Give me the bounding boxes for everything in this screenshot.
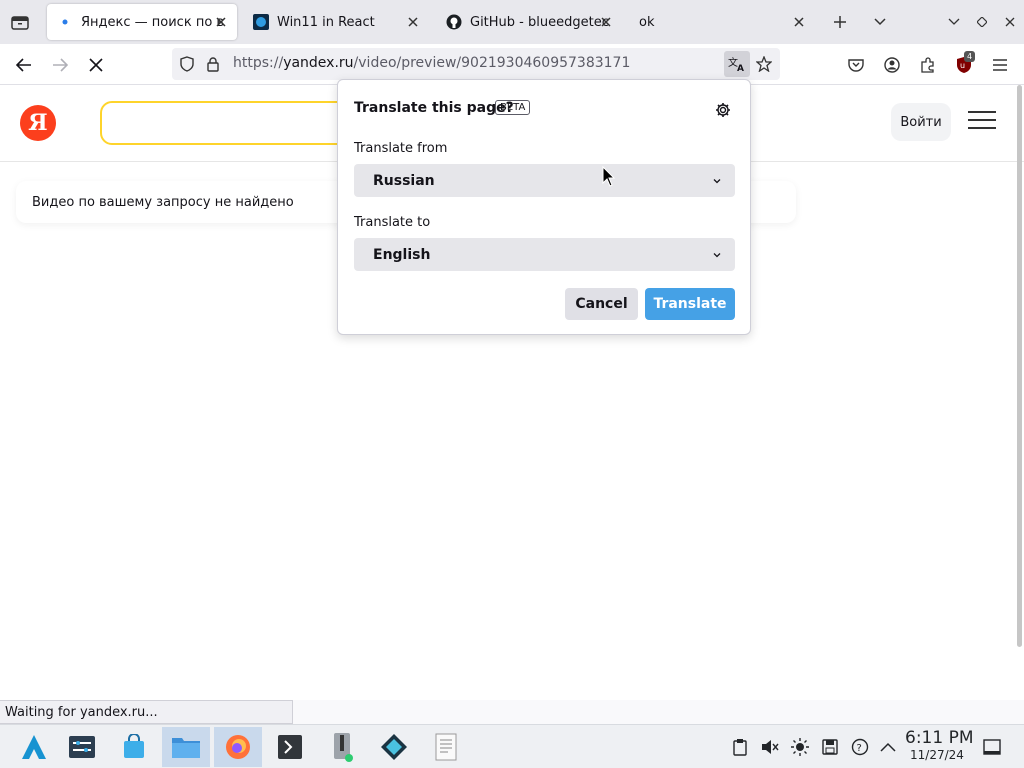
win11-icon (253, 14, 269, 30)
save-disk-icon[interactable] (820, 737, 840, 757)
url-path: /video/preview/9021930460957383171 (353, 55, 631, 71)
translate-from-select[interactable]: Russian (354, 164, 735, 197)
gear-icon[interactable] (714, 101, 732, 119)
tray-expand-chevron-icon[interactable] (878, 737, 898, 757)
terminal-icon[interactable] (266, 727, 314, 767)
close-tab-icon[interactable] (213, 14, 229, 30)
status-panel: Waiting for yandex.ru... (0, 700, 293, 724)
archive-manager-icon[interactable] (318, 727, 366, 767)
popup-title: Translate this page? (354, 100, 514, 116)
address-bar[interactable]: https://yandex.ru/video/preview/90219304… (172, 48, 780, 80)
close-tab-icon[interactable] (405, 14, 421, 30)
translate-page-popup: Translate this page? BETA Translate from… (337, 79, 751, 335)
taskbar: ? 6:11 PM 11/27/24 (0, 724, 1024, 768)
svg-text:?: ? (857, 743, 862, 754)
login-button[interactable]: Войти (891, 103, 951, 141)
not-found-text: Видео по вашему запросу не найдено (32, 194, 294, 210)
yandex-search-input[interactable] (100, 101, 360, 145)
window-maximize-icon[interactable] (971, 11, 993, 33)
firefox-icon[interactable] (214, 727, 262, 767)
brightness-icon[interactable] (790, 737, 810, 757)
tab-title: ok (639, 14, 655, 30)
tab-strip: Яндекс — поиск по в Win11 in React GitHu… (0, 0, 1024, 44)
extensions-puzzle-icon[interactable] (915, 52, 941, 78)
tab-ok[interactable]: ok (629, 4, 815, 40)
yandex-logo[interactable]: Я (20, 105, 56, 141)
menu-hamburger-icon[interactable] (987, 52, 1013, 78)
svg-text:A: A (737, 64, 744, 72)
tab-list-icon[interactable] (8, 9, 32, 35)
github-icon (446, 14, 462, 30)
close-tab-icon[interactable] (598, 14, 614, 30)
url-host: yandex.ru (283, 55, 354, 71)
translate-from-label: Translate from (354, 141, 448, 156)
forward-arrow-icon[interactable] (47, 52, 73, 78)
tab-title: Яндекс — поиск по в (81, 14, 225, 30)
tab-win11[interactable]: Win11 in React (243, 4, 429, 40)
clock-date[interactable]: 11/27/24 (910, 748, 964, 762)
list-tabs-chevron-icon[interactable] (869, 11, 891, 33)
translate-to-label: Translate to (354, 215, 431, 230)
lock-icon[interactable] (206, 56, 220, 76)
text-editor-icon[interactable] (422, 727, 470, 767)
translate-from-value: Russian (373, 172, 435, 189)
account-icon[interactable] (879, 52, 905, 78)
tab-title: Win11 in React (277, 14, 375, 30)
yandex-logo-letter: Я (28, 110, 48, 136)
translate-to-value: English (373, 246, 431, 263)
help-icon[interactable]: ? (850, 737, 870, 757)
clipboard-icon[interactable] (730, 737, 750, 757)
back-arrow-icon[interactable] (11, 52, 37, 78)
remote-desktop-icon[interactable] (370, 727, 418, 767)
window-close-icon[interactable] (999, 11, 1021, 33)
stop-loading-icon[interactable] (83, 52, 109, 78)
status-text: Waiting for yandex.ru... (5, 704, 158, 720)
volume-muted-icon[interactable] (760, 737, 780, 757)
yandex-dot-icon (57, 14, 73, 30)
window-minimize-icon[interactable] (943, 11, 965, 33)
yandex-menu-icon[interactable] (968, 111, 996, 133)
application-launcher-icon[interactable] (10, 727, 58, 767)
cancel-button[interactable]: Cancel (565, 288, 638, 320)
system-settings-icon[interactable] (58, 727, 106, 767)
close-tab-icon[interactable] (791, 14, 807, 30)
translate-icon[interactable]: 文A (724, 51, 750, 77)
software-store-icon[interactable] (110, 727, 158, 767)
tab-yandex[interactable]: Яндекс — поиск по в (47, 4, 237, 40)
clock-time[interactable]: 6:11 PM (905, 728, 974, 748)
chevron-down-icon (713, 179, 721, 184)
tracking-protection-shield-icon[interactable] (179, 56, 195, 76)
url-prefix: https:// (233, 55, 284, 71)
chevron-down-icon (713, 253, 721, 258)
translate-to-select[interactable]: English (354, 238, 735, 271)
tab-title: GitHub - blueedgetec (470, 14, 609, 30)
show-desktop-icon[interactable] (982, 737, 1002, 757)
mouse-cursor-icon (602, 166, 616, 187)
pocket-icon[interactable] (843, 52, 869, 78)
bookmark-star-icon[interactable] (755, 55, 773, 76)
translate-button[interactable]: Translate (645, 288, 735, 320)
file-manager-icon[interactable] (162, 727, 210, 767)
extension-badge-count: 4 (964, 51, 976, 62)
svg-text:u: u (960, 61, 965, 70)
new-tab-plus-icon[interactable] (829, 11, 851, 33)
page-scrollbar[interactable] (1017, 85, 1022, 647)
beta-badge: BETA (495, 100, 531, 115)
tab-github[interactable]: GitHub - blueedgetec (436, 4, 622, 40)
url-text[interactable]: https://yandex.ru/video/preview/90219304… (233, 55, 630, 71)
